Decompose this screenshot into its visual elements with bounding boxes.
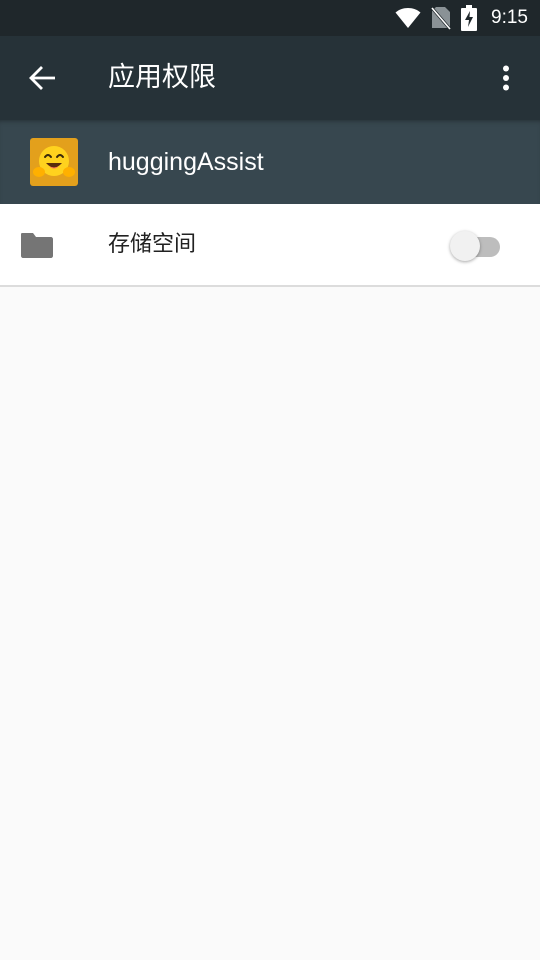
permission-label: 存储空间 <box>108 232 197 257</box>
hugging-face-emoji-icon <box>30 138 78 186</box>
wifi-icon <box>395 8 421 28</box>
divider <box>0 285 540 287</box>
status-bar: 9:15 <box>0 0 540 36</box>
toggle-thumb <box>450 231 480 261</box>
status-icons: 9:15 <box>395 0 528 36</box>
more-vert-icon <box>503 65 509 91</box>
arrow-back-icon <box>29 66 55 90</box>
app-bar: 应用权限 <box>0 36 540 120</box>
no-sim-icon <box>431 7 452 30</box>
storage-permission-toggle[interactable] <box>450 228 502 264</box>
app-header: huggingAssist <box>0 120 540 204</box>
more-options-button[interactable] <box>486 58 526 98</box>
folder-icon <box>21 233 53 258</box>
battery-charging-icon <box>461 5 478 31</box>
page-title: 应用权限 <box>108 62 216 93</box>
status-time: 9:15 <box>491 7 528 28</box>
back-button[interactable] <box>22 58 62 98</box>
app-name: huggingAssist <box>108 148 264 176</box>
